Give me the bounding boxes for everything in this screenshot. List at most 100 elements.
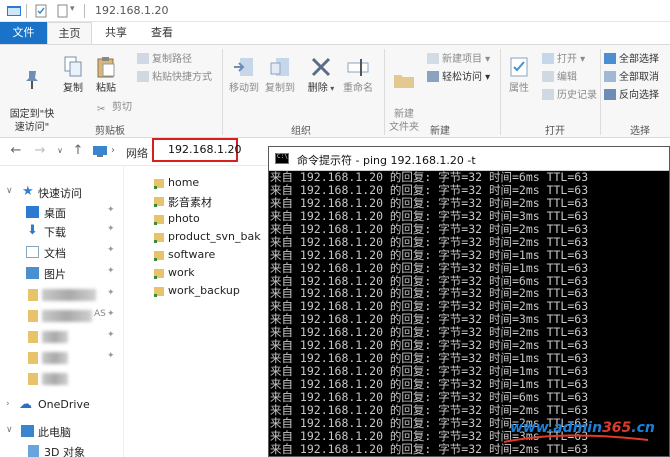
shared-folder-icon (154, 179, 164, 189)
collapse-chevron-icon[interactable]: ∨ (6, 425, 13, 435)
cube-icon (28, 445, 39, 457)
ribbon: 固定到"快 速访问" 复制 粘贴 复制路径 粘贴快捷方式 ✂ 剪切 剪贴板 移动到… (0, 44, 670, 138)
list-item[interactable]: photo (154, 210, 270, 227)
select-none-button[interactable]: 全部取消 (604, 70, 659, 85)
up-arrow-icon[interactable]: ↑ (70, 143, 86, 158)
nav-onedrive[interactable]: › ☁ OneDrive (0, 396, 124, 414)
nav-this-pc[interactable]: ∨ 此电脑 (0, 422, 124, 440)
copy-path-button[interactable]: 复制路径 (137, 52, 192, 67)
nav-3d-objects[interactable]: 3D 对象 (0, 442, 124, 457)
new-file-icon[interactable] (54, 3, 70, 19)
move-to-label: 移动到 (229, 83, 259, 94)
file-name: 影音素材 (168, 196, 212, 209)
new-folder-button[interactable]: 新建 文件夹 (385, 55, 423, 134)
recent-dropdown-icon[interactable]: ∨ (52, 146, 68, 155)
folder-icon (28, 352, 38, 364)
cmd-line: 来自 192.168.1.20 的回复: 字节=32 时间=1ms TTL=63 (270, 260, 589, 275)
edit-button[interactable]: 编辑 (542, 70, 577, 85)
history-label: 历史记录 (557, 90, 597, 101)
pin-icon[interactable]: ✦ (107, 288, 115, 298)
nav-blurred-item[interactable]: AS ✦ (0, 307, 124, 325)
cut-button[interactable]: ✂ 剪切 (97, 100, 132, 115)
nav-pictures-label: 图片 (44, 268, 66, 281)
paste-button[interactable]: 粘贴 (93, 55, 119, 95)
nav-desktop-label: 桌面 (44, 207, 66, 220)
rename-label: 重命名 (343, 83, 373, 94)
tab-home[interactable]: 主页 (47, 22, 92, 44)
nav-blurred-item[interactable]: ✦ (0, 349, 124, 367)
cmd-line: 来自 192.168.1.20 的回复: 字节=32 时间=2ms TTL=63 (270, 221, 589, 236)
watermark: www.admin365.cn (503, 414, 670, 444)
nav-documents-label: 文档 (44, 247, 66, 260)
pin-icon[interactable]: ✦ (107, 309, 115, 319)
pin-quick-access-button[interactable]: 固定到"快 速访问" (4, 55, 60, 134)
rename-icon (347, 59, 369, 76)
pin-icon[interactable]: ✦ (107, 245, 115, 255)
cmd-title: 命令提示符 - ping 192.168.1.20 -t (297, 154, 476, 167)
forward-arrow-icon[interactable]: → (32, 143, 48, 158)
history-button[interactable]: 历史记录 (542, 88, 597, 103)
copy-to-button[interactable]: 复制到 (262, 55, 298, 95)
select-all-button[interactable]: 全部选择 (604, 52, 659, 67)
star-icon: ★ (22, 184, 34, 199)
tab-file[interactable]: 文件 (0, 22, 47, 44)
invert-selection-button[interactable]: 反向选择 (604, 88, 659, 103)
nav-quick-access[interactable]: ∨ ★ 快速访问 (0, 183, 124, 201)
rename-button[interactable]: 重命名 (338, 55, 378, 95)
back-arrow-icon[interactable]: ← (8, 143, 24, 158)
expand-chevron-icon[interactable]: › (6, 399, 10, 409)
tab-view[interactable]: 查看 (140, 22, 184, 44)
nav-blurred-item[interactable]: ✦ (0, 328, 124, 346)
list-item[interactable]: product_svn_bak (154, 228, 270, 245)
list-item[interactable]: software (154, 246, 270, 263)
tab-share[interactable]: 共享 (92, 22, 140, 44)
breadcrumb-ip[interactable]: 192.168.1.20 (168, 143, 241, 156)
copy-button[interactable]: 复制 (60, 55, 86, 95)
command-prompt-window[interactable]: 命令提示符 - ping 192.168.1.20 -t 来自 192.168.… (268, 146, 670, 457)
paste-shortcut-label: 粘贴快捷方式 (152, 72, 212, 83)
breadcrumb-network[interactable]: 网络 (126, 145, 148, 161)
paste-label: 粘贴 (96, 83, 116, 94)
qa-dropdown-icon[interactable]: ▾ (70, 4, 75, 14)
easy-access-button[interactable]: 轻松访问 ▾ (427, 70, 490, 85)
delete-button[interactable]: 删除 ▾ (306, 55, 336, 95)
new-item-button[interactable]: 新建项目 ▾ (427, 52, 490, 67)
open-button[interactable]: 打开 ▾ (542, 52, 585, 67)
nav-pictures[interactable]: 图片 ✦ (0, 264, 124, 282)
file-name: photo (168, 212, 200, 225)
title-bar: ▾ 192.168.1.20 (0, 0, 670, 22)
pin-icon[interactable]: ✦ (107, 266, 115, 276)
pin-icon[interactable]: ✦ (107, 330, 115, 340)
select-all-label: 全部选择 (619, 54, 659, 65)
properties-label: 属性 (509, 83, 529, 94)
copy-path-icon (137, 53, 149, 64)
delete-label: 删除 (307, 83, 328, 94)
move-to-icon (234, 58, 253, 76)
network-icon (93, 146, 107, 157)
pin-icon[interactable]: ✦ (107, 351, 115, 361)
move-to-button[interactable]: 移动到 (226, 55, 262, 95)
list-item[interactable]: work_backup (154, 282, 270, 299)
nav-desktop[interactable]: 桌面 ✦ (0, 203, 124, 221)
list-item[interactable]: 影音素材 (154, 192, 270, 209)
cmd-line: 来自 192.168.1.20 的回复: 字节=32 时间=3ms TTL=63 (270, 208, 589, 223)
open-group-label: 打开 (545, 126, 565, 137)
nav-blurred-item[interactable]: ✦ (0, 286, 124, 304)
paste-icon (97, 57, 115, 78)
cmd-line: 来自 192.168.1.20 的回复: 字节=32 时间=2ms TTL=63 (270, 195, 589, 210)
nav-blurred-item[interactable] (0, 370, 124, 388)
nav-downloads[interactable]: ⬇ 下载 ✦ (0, 222, 124, 240)
list-item[interactable]: home (154, 174, 270, 191)
cmd-title-bar[interactable]: 命令提示符 - ping 192.168.1.20 -t (269, 147, 669, 171)
window-title: 192.168.1.20 (95, 4, 169, 17)
properties-button[interactable]: 属性 (504, 55, 534, 95)
explorer-window-icon[interactable] (6, 3, 22, 19)
pin-icon[interactable]: ✦ (107, 224, 115, 234)
collapse-chevron-icon[interactable]: ∨ (6, 186, 13, 196)
nav-documents[interactable]: 文档 ✦ (0, 243, 124, 261)
pictures-icon (26, 267, 39, 279)
pin-icon[interactable]: ✦ (107, 205, 115, 215)
properties-check-icon[interactable] (33, 3, 49, 19)
list-item[interactable]: work (154, 264, 270, 281)
paste-shortcut-button[interactable]: 粘贴快捷方式 (137, 70, 212, 85)
